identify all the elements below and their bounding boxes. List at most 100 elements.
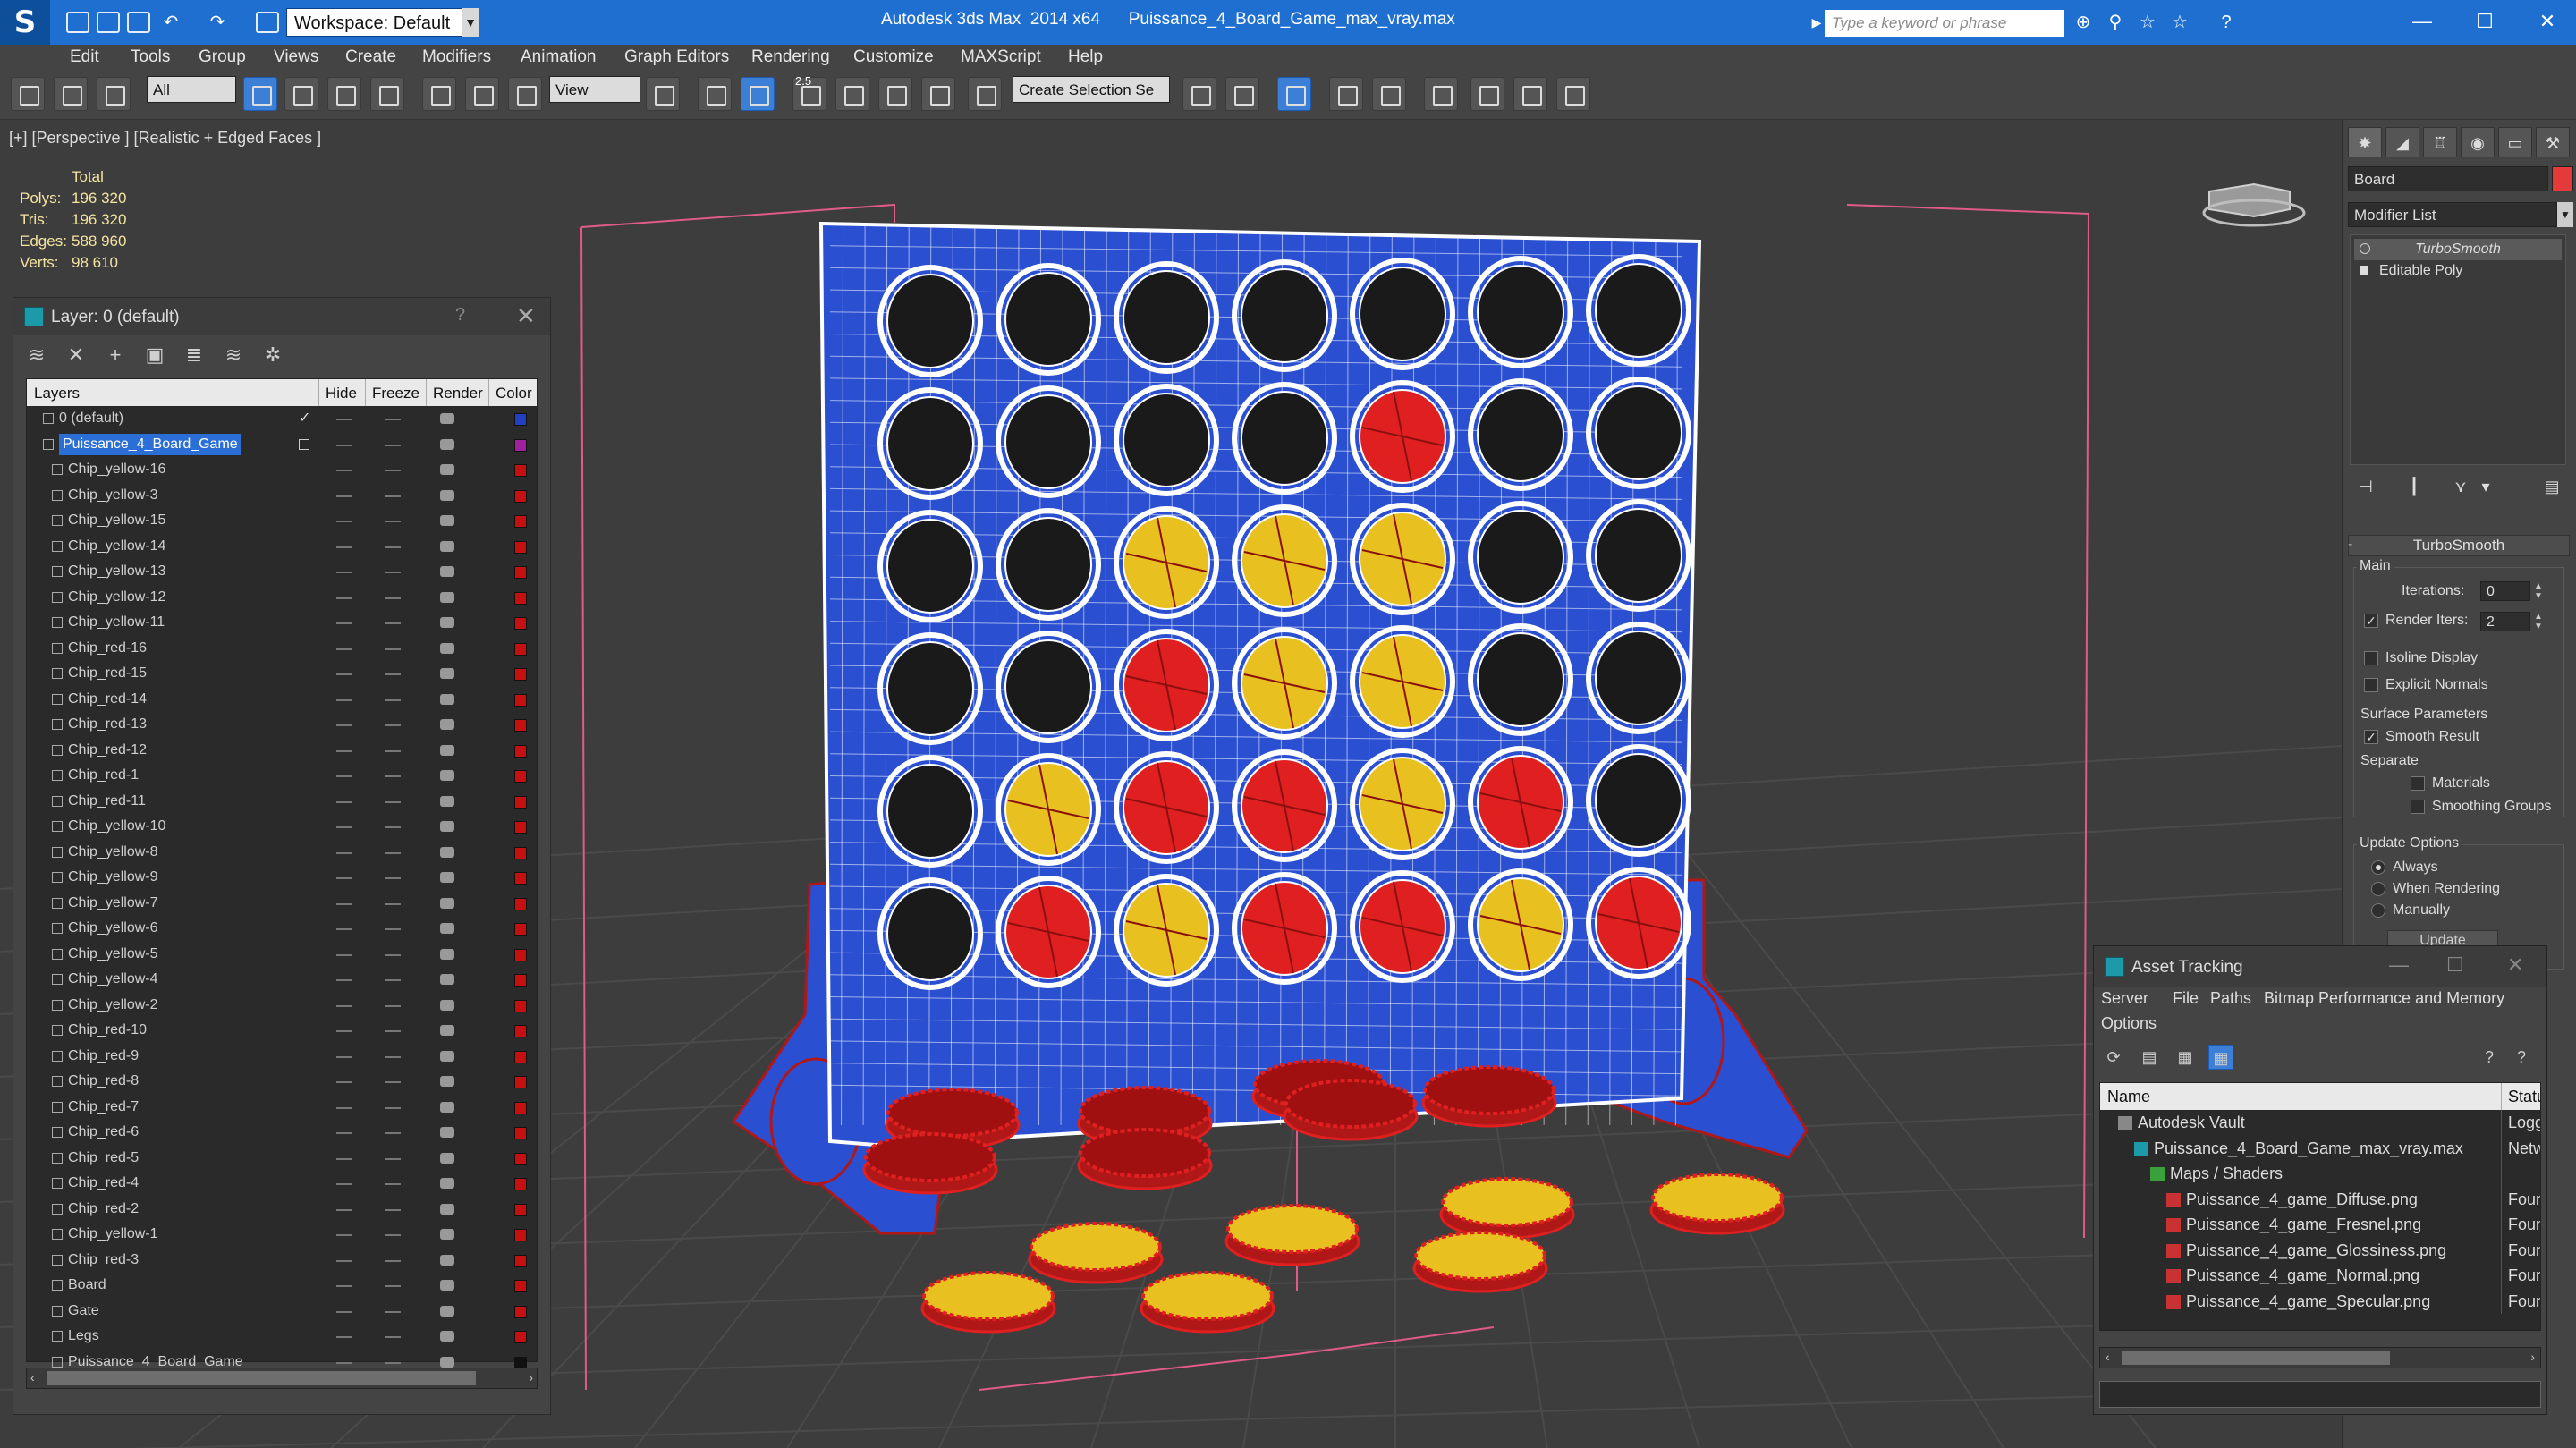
hide-toggle[interactable] (336, 1106, 352, 1109)
hide-toggle[interactable] (336, 953, 352, 956)
layer-color-swatch[interactable] (514, 540, 527, 554)
layer-name[interactable]: Chip_red-8 (68, 1073, 139, 1089)
layer-row[interactable]: Chip_yellow-16 (27, 457, 537, 483)
smoothing-groups-checkbox[interactable] (2411, 800, 2425, 814)
hide-toggle[interactable] (336, 724, 352, 726)
always-radio[interactable] (2371, 860, 2385, 875)
schematic-view-icon[interactable] (1424, 77, 1458, 111)
help-icon[interactable]: ? (2216, 13, 2236, 32)
manually-radio[interactable] (2371, 903, 2385, 918)
graphite-tools-icon[interactable] (1329, 77, 1363, 111)
layer-row[interactable]: Chip_red-12 (27, 738, 537, 764)
layer-color-swatch[interactable] (514, 974, 527, 987)
workspace-dropdown[interactable]: Workspace: Default (286, 8, 479, 37)
close-button[interactable]: ✕ (2529, 5, 2565, 38)
column-freeze[interactable]: Freeze (372, 385, 419, 402)
freeze-toggle[interactable] (385, 1361, 401, 1364)
asset-row[interactable]: Autodesk Vault Logged O (2100, 1110, 2540, 1136)
freeze-toggle[interactable] (385, 572, 401, 573)
menu-edit[interactable]: Edit (70, 47, 99, 67)
hide-toggle[interactable] (336, 1361, 352, 1364)
layer-name[interactable]: Chip_red-11 (68, 793, 146, 809)
render-toggle-icon[interactable] (440, 821, 454, 832)
hide-toggle[interactable] (336, 419, 352, 420)
render-toggle-icon[interactable] (440, 719, 454, 730)
hide-toggle[interactable] (336, 877, 352, 879)
lightbulb-icon[interactable] (2360, 243, 2370, 254)
freeze-toggle[interactable] (385, 546, 401, 548)
layer-row[interactable]: Gate (27, 1299, 537, 1325)
reference-coordinate-dropdown[interactable]: View (549, 76, 640, 103)
hide-toggle[interactable] (336, 775, 352, 777)
menu-file[interactable]: File (2173, 989, 2199, 1008)
menu-customize[interactable]: Customize (853, 47, 934, 67)
star-icon[interactable]: ☆ (2138, 13, 2157, 32)
menu-options[interactable]: Options (2101, 1014, 2157, 1033)
layer-row[interactable]: Chip_red-13 (27, 712, 537, 738)
layer-name[interactable]: Chip_red-14 (68, 691, 147, 707)
render-toggle-icon[interactable] (440, 846, 454, 858)
named-selection-dropdown[interactable]: Create Selection Se (1013, 76, 1170, 103)
layer-color-swatch[interactable] (514, 1254, 527, 1267)
layer-color-swatch[interactable] (514, 821, 527, 834)
delete-layer-icon[interactable]: ✕ (62, 341, 90, 369)
layer-color-swatch[interactable] (514, 591, 527, 605)
unlink-selection-icon[interactable] (54, 77, 88, 111)
layer-row[interactable]: Chip_yellow-15 (27, 508, 537, 534)
utilities-tab-icon[interactable]: ⚒ (2536, 127, 2570, 157)
scale-icon[interactable] (508, 77, 542, 111)
render-toggle-icon[interactable] (440, 1305, 454, 1317)
layer-row[interactable]: Puissance_4_Board_Game (27, 432, 537, 458)
freeze-toggle[interactable] (385, 724, 401, 726)
align-icon[interactable] (1225, 77, 1259, 111)
render-toggle-icon[interactable] (440, 1178, 454, 1189)
open-file-icon[interactable] (97, 12, 120, 33)
layer-name[interactable]: Chip_red-12 (68, 742, 147, 758)
menu-views[interactable]: Views (274, 47, 318, 67)
layer-color-swatch[interactable] (514, 515, 527, 528)
render-toggle-icon[interactable] (440, 413, 454, 424)
spinner-snap-icon[interactable] (921, 77, 955, 111)
hide-toggle[interactable] (336, 1310, 352, 1313)
stack-item-editable-poly[interactable]: Editable Poly (2354, 260, 2562, 282)
create-tab-icon[interactable]: ✸ (2348, 127, 2382, 157)
search-expand-icon[interactable]: ▶ (1807, 13, 1826, 32)
hide-toggle[interactable] (336, 979, 352, 981)
render-toggle-icon[interactable] (440, 515, 454, 526)
hide-toggle[interactable] (336, 1157, 352, 1160)
freeze-toggle[interactable] (385, 902, 401, 905)
horizontal-scrollbar[interactable]: ‹ › (26, 1368, 538, 1389)
angle-snap-icon[interactable] (835, 77, 869, 111)
hide-toggle[interactable] (336, 495, 352, 497)
layer-color-swatch[interactable] (514, 489, 527, 503)
render-toggle-icon[interactable] (440, 489, 454, 501)
freeze-all-layers-icon[interactable]: ✲ (258, 341, 287, 369)
freeze-toggle[interactable] (385, 1285, 401, 1287)
render-toggle-icon[interactable] (440, 1050, 454, 1062)
object-name-field[interactable]: Board (2348, 166, 2548, 191)
render-toggle-icon[interactable] (440, 948, 454, 960)
save-file-icon[interactable] (127, 12, 150, 33)
layer-row[interactable]: Chip_yellow-4 (27, 967, 537, 993)
menu-group[interactable]: Group (199, 47, 246, 67)
freeze-toggle[interactable] (385, 928, 401, 930)
layer-name[interactable]: Gate (68, 1303, 99, 1319)
layer-color-swatch[interactable] (514, 1050, 527, 1063)
menu-create[interactable]: Create (345, 47, 396, 67)
menu-rendering[interactable]: Rendering (751, 47, 830, 67)
freeze-toggle[interactable] (385, 1081, 401, 1083)
layer-color-swatch[interactable] (514, 770, 527, 783)
new-file-icon[interactable] (66, 12, 89, 33)
maximize-button[interactable]: ☐ (2467, 5, 2503, 38)
layer-color-swatch[interactable] (514, 464, 527, 477)
freeze-toggle[interactable] (385, 953, 401, 956)
layer-row[interactable]: Chip_red-14 (27, 687, 537, 713)
render-toggle-icon[interactable] (440, 1076, 454, 1087)
hide-toggle[interactable] (336, 1336, 352, 1338)
layer-name[interactable]: Chip_red-15 (68, 665, 147, 682)
freeze-toggle[interactable] (385, 1004, 401, 1007)
layer-row[interactable]: Chip_yellow-12 (27, 585, 537, 611)
layer-name[interactable]: Chip_yellow-16 (68, 461, 165, 478)
rectangular-selection-icon[interactable] (327, 77, 361, 111)
hide-toggle[interactable] (336, 444, 352, 446)
